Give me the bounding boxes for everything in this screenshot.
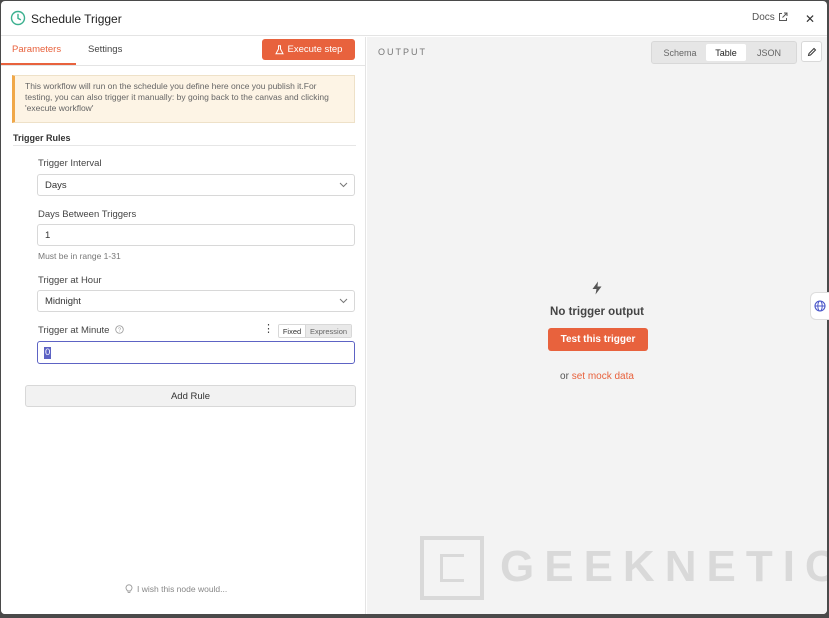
trigger-at-minute-label: Trigger at Minute — [38, 325, 110, 336]
active-tab-indicator — [1, 63, 76, 65]
execute-step-button[interactable]: Execute step — [262, 39, 355, 60]
trigger-at-hour-label: Trigger at Hour — [38, 275, 102, 286]
mode-fixed[interactable]: Fixed — [279, 325, 306, 337]
days-between-triggers-label: Days Between Triggers — [38, 209, 137, 220]
feedback-label: I wish this node would... — [137, 584, 228, 594]
rules-divider — [13, 145, 356, 146]
close-icon[interactable]: ✕ — [805, 12, 815, 26]
clock-icon — [10, 10, 26, 26]
info-icon[interactable]: ? — [115, 325, 124, 334]
pencil-icon — [807, 47, 816, 56]
trigger-rules-heading: Trigger Rules — [13, 133, 71, 143]
days-between-triggers-value: 1 — [45, 230, 51, 241]
flask-icon — [274, 44, 284, 54]
output-label: OUTPUT — [378, 47, 427, 57]
trigger-interval-select[interactable]: Days — [37, 174, 355, 196]
bolt-icon — [592, 281, 602, 295]
node-details-modal: Schedule Trigger Docs ✕ Parameters Setti… — [1, 1, 827, 614]
view-schema[interactable]: Schema — [654, 44, 706, 61]
chevron-down-icon — [339, 182, 348, 188]
feedback-link[interactable]: I wish this node would... — [125, 584, 227, 594]
node-title: Schedule Trigger — [31, 12, 122, 26]
trigger-at-hour-value: Midnight — [45, 296, 81, 307]
fixed-expression-toggle: Fixed Expression — [278, 324, 352, 338]
days-between-triggers-input[interactable]: 1 — [37, 224, 355, 246]
test-trigger-button[interactable]: Test this trigger — [548, 328, 648, 351]
set-mock-data-link[interactable]: set mock data — [572, 371, 634, 382]
trigger-interval-label: Trigger Interval — [38, 158, 102, 169]
tab-parameters[interactable]: Parameters — [12, 44, 61, 55]
add-rule-button[interactable]: Add Rule — [25, 385, 356, 407]
view-json[interactable]: JSON — [746, 44, 792, 61]
output-view-switch: Schema Table JSON — [651, 41, 797, 64]
lightbulb-icon — [125, 584, 133, 593]
mock-prefix: or — [560, 371, 569, 382]
mock-data-line: or set mock data — [547, 371, 647, 382]
watermark: GEEKNETIC — [420, 536, 829, 600]
docs-link[interactable]: Docs — [752, 12, 775, 23]
mode-expression[interactable]: Expression — [306, 325, 351, 337]
globe-icon — [814, 300, 826, 312]
parameters-panel: Parameters Settings Execute step This wo… — [1, 37, 366, 614]
modal-header: Schedule Trigger Docs ✕ — [1, 1, 827, 36]
watermark-logo-box — [420, 536, 484, 600]
tab-settings[interactable]: Settings — [88, 44, 122, 55]
publish-notice: This workflow will run on the schedule y… — [12, 75, 355, 123]
chevron-down-icon — [339, 298, 348, 304]
trigger-interval-value: Days — [45, 180, 67, 191]
external-link-icon[interactable] — [778, 12, 788, 22]
empty-state-title: No trigger output — [550, 306, 644, 318]
range-hint: Must be in range 1-31 — [38, 251, 121, 261]
watermark-logo-glyph — [440, 554, 464, 582]
trigger-at-minute-value: 0 — [44, 347, 52, 359]
background-strip — [0, 614, 829, 618]
watermark-text: GEEKNETIC — [500, 542, 829, 591]
more-options-icon[interactable]: ⋮ — [263, 324, 274, 335]
edit-output-button[interactable] — [801, 41, 822, 62]
tabs-divider — [1, 65, 366, 66]
globe-side-tab[interactable] — [810, 292, 829, 320]
execute-step-label: Execute step — [287, 44, 343, 55]
output-panel: OUTPUT Schema Table JSON No trigger outp… — [367, 37, 827, 614]
view-table[interactable]: Table — [706, 44, 746, 61]
trigger-at-minute-input[interactable]: 0 — [37, 341, 355, 364]
trigger-at-hour-select[interactable]: Midnight — [37, 290, 355, 312]
